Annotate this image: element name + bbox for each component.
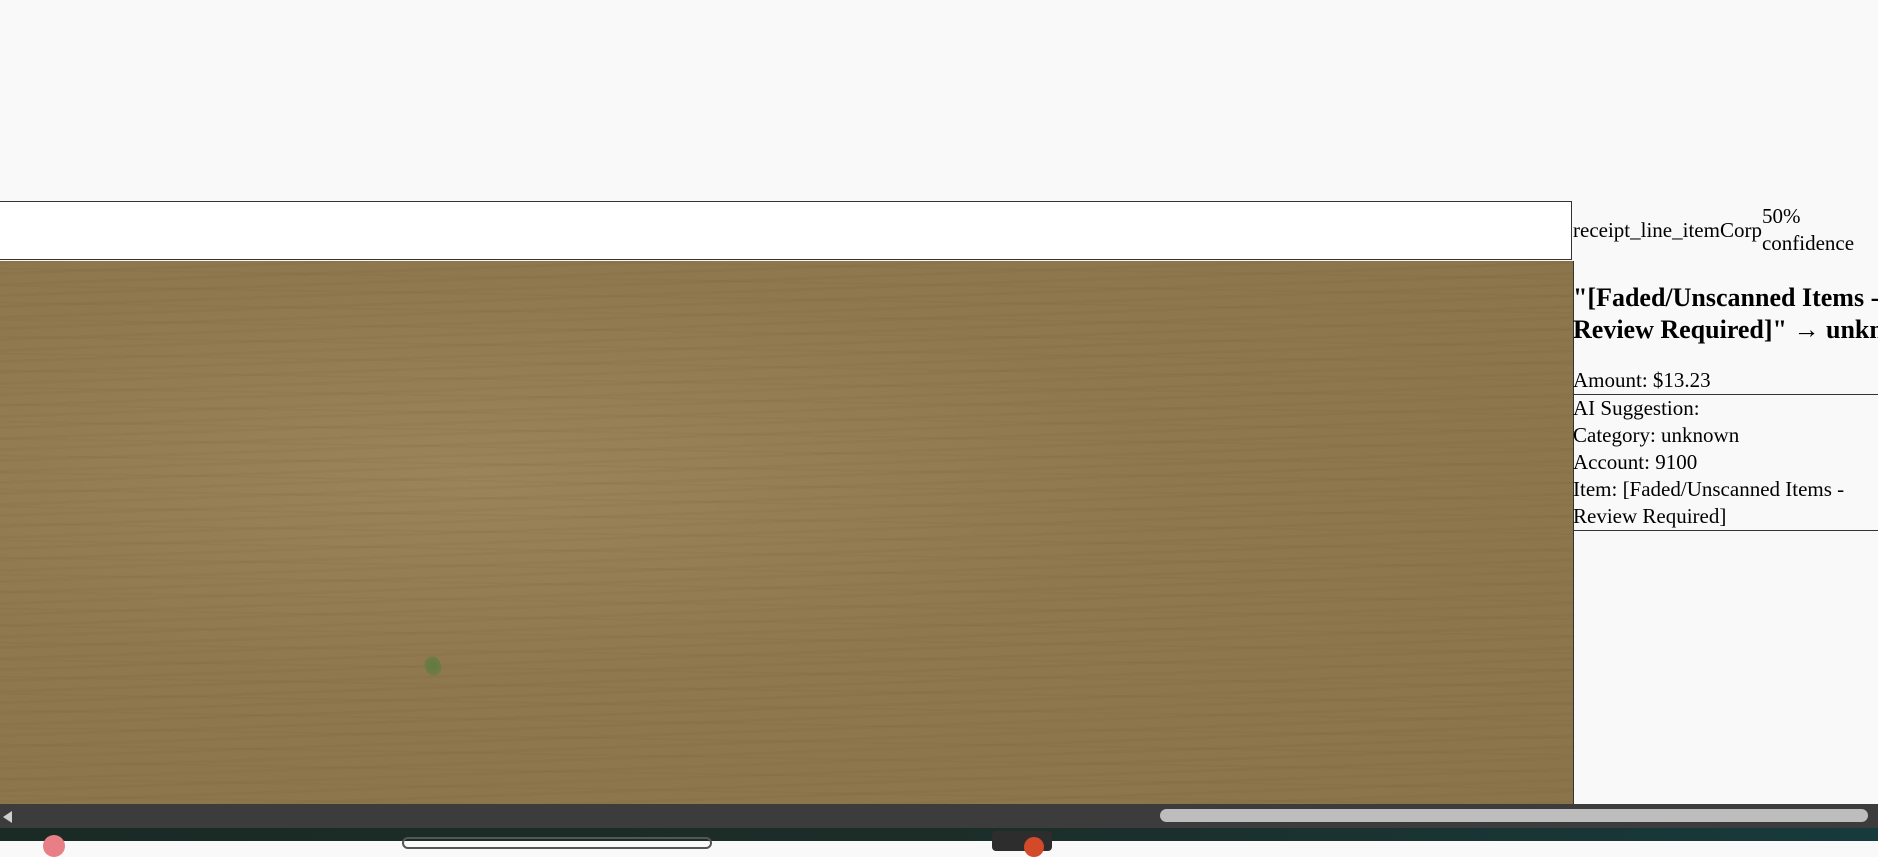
review-viewport: receipt_line_item Corp 50% confidence "[Fa… (0, 0, 1878, 804)
receipt-image-header (0, 201, 1572, 260)
receipt-image (0, 261, 1574, 804)
item-detail-panel: "[Faded/Unscanned Items - Review Require… (1573, 282, 1878, 531)
suggested-category: Category: unknown (1573, 423, 1740, 447)
item-meta-header: receipt_line_item Corp 50% confidence (1573, 201, 1862, 260)
suggested-account: Account: 9100 (1573, 450, 1698, 474)
suggested-item: Item: [Faded/Unscanned Items - Review Re… (1573, 477, 1845, 528)
ai-suggestion-block: AI Suggestion: Category: unknown Account… (1573, 395, 1878, 531)
item-title: "[Faded/Unscanned Items - Review Require… (1573, 283, 1878, 344)
taskbar-search-box[interactable] (402, 837, 712, 849)
amount-value: Amount: $13.23 (1573, 367, 1878, 395)
scroll-left-arrow-icon[interactable] (3, 811, 12, 823)
receipt-speck (422, 653, 444, 679)
scrollbar-thumb[interactable] (1160, 809, 1868, 822)
horizontal-scrollbar[interactable] (0, 804, 1878, 828)
ai-suggestion-heading: AI Suggestion: (1573, 396, 1700, 420)
vendor-label: Corp (1719, 218, 1762, 242)
item-type-label: receipt_line_item (1573, 218, 1720, 242)
taskbar-app-icon-2[interactable] (1024, 837, 1044, 857)
taskbar-app-icon[interactable] (43, 835, 65, 857)
confidence-label: 50% confidence (1761, 203, 1855, 255)
os-taskbar (0, 828, 1878, 857)
